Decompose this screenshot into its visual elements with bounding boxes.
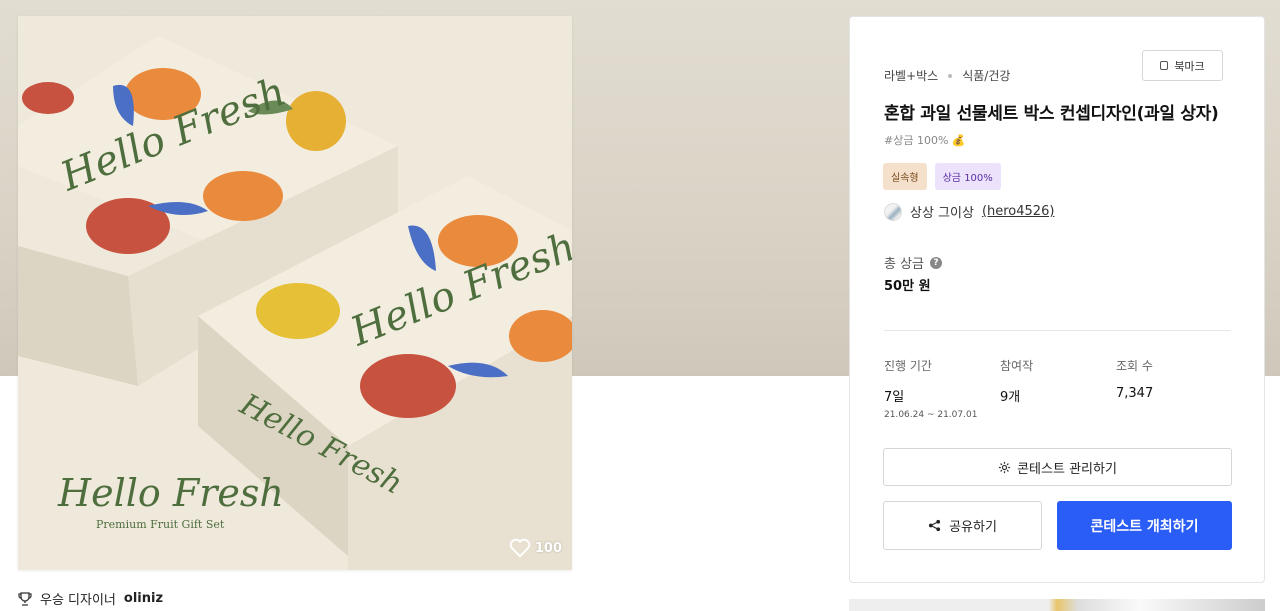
- badge-value-type: 실속형: [883, 163, 927, 190]
- product-image[interactable]: Hello Fresh Hello Fresh Hello Fresh Hell…: [18, 16, 572, 570]
- divider: [884, 330, 1231, 331]
- bookmark-label: 북마크: [1174, 59, 1205, 73]
- gear-icon: [999, 461, 1011, 473]
- period-dates: 21.06.24 ~ 21.07.01: [884, 410, 978, 420]
- prize-label-row: 총 상금 ?: [884, 253, 943, 272]
- views-label: 조회 수: [1116, 359, 1153, 373]
- manage-contest-label: 콘테스트 관리하기: [1017, 461, 1117, 477]
- badge-prize-full: 상금 100%: [934, 163, 1001, 190]
- badge-row: 실속형 상금 100%: [883, 163, 1001, 190]
- contest-info-card: 라벨+박스 식품/건강 북마크 혼합 과일 선물세트 박스 컨셉디자인(과일 상…: [849, 16, 1265, 583]
- period-value: 7일: [884, 390, 905, 405]
- host-contest-button[interactable]: 콘테스트 개최하기: [1057, 501, 1232, 550]
- subcategory-label[interactable]: 식품/건강: [962, 67, 1010, 84]
- heart-icon: [509, 538, 531, 558]
- host-name: 상상 그이상: [910, 206, 974, 221]
- svg-text:Premium Fruit Gift Set: Premium Fruit Gift Set: [96, 518, 225, 531]
- contest-tagline: #상금 100% 💰: [884, 134, 966, 147]
- like-counter[interactable]: 100: [509, 538, 562, 558]
- prize-label: 총 상금: [884, 257, 925, 272]
- contest-title: 혼합 과일 선물세트 박스 컨셉디자인(과일 상자): [884, 104, 1219, 124]
- share-label: 공유하기: [949, 520, 997, 535]
- prize-value: 50만 원: [884, 279, 931, 294]
- stat-period: 진행 기간 7일 21.06.24 ~ 21.07.01: [884, 357, 977, 420]
- help-icon[interactable]: ?: [930, 256, 943, 269]
- winner-designer: 우승 디자이너 oliniz: [18, 589, 163, 608]
- winner-name[interactable]: oliniz: [124, 591, 163, 606]
- winner-label: 우승 디자이너: [40, 593, 116, 608]
- bookmark-button[interactable]: 북마크: [1142, 50, 1223, 81]
- entries-value: 9개: [1000, 390, 1021, 405]
- bookmark-icon: [1160, 61, 1169, 70]
- stat-views: 조회 수 7,347: [1116, 357, 1153, 401]
- entries-label: 참여작: [1000, 359, 1034, 373]
- fruit-box-illustration: Hello Fresh Hello Fresh Hello Fresh Hell…: [18, 16, 572, 570]
- category-label[interactable]: 라벨+박스: [884, 67, 938, 84]
- like-count: 100: [534, 540, 562, 556]
- host-info[interactable]: 상상 그이상 (hero4526): [884, 202, 1054, 221]
- separator-dot: [948, 73, 953, 78]
- manage-contest-button[interactable]: 콘테스트 관리하기: [883, 448, 1232, 486]
- stat-entries: 참여작 9개: [1000, 357, 1033, 405]
- views-value: 7,347: [1116, 386, 1154, 401]
- avatar: [884, 202, 902, 221]
- share-icon: [929, 519, 941, 532]
- period-label: 진행 기간: [884, 359, 932, 373]
- trophy-icon: [18, 591, 32, 606]
- category-breadcrumb: 라벨+박스 식품/건강: [884, 67, 1010, 84]
- next-card-preview[interactable]: [849, 599, 1265, 611]
- share-button[interactable]: 공유하기: [883, 501, 1042, 550]
- svg-text:Hello Fresh: Hello Fresh: [57, 471, 284, 515]
- host-id-link[interactable]: (hero4526): [982, 204, 1054, 219]
